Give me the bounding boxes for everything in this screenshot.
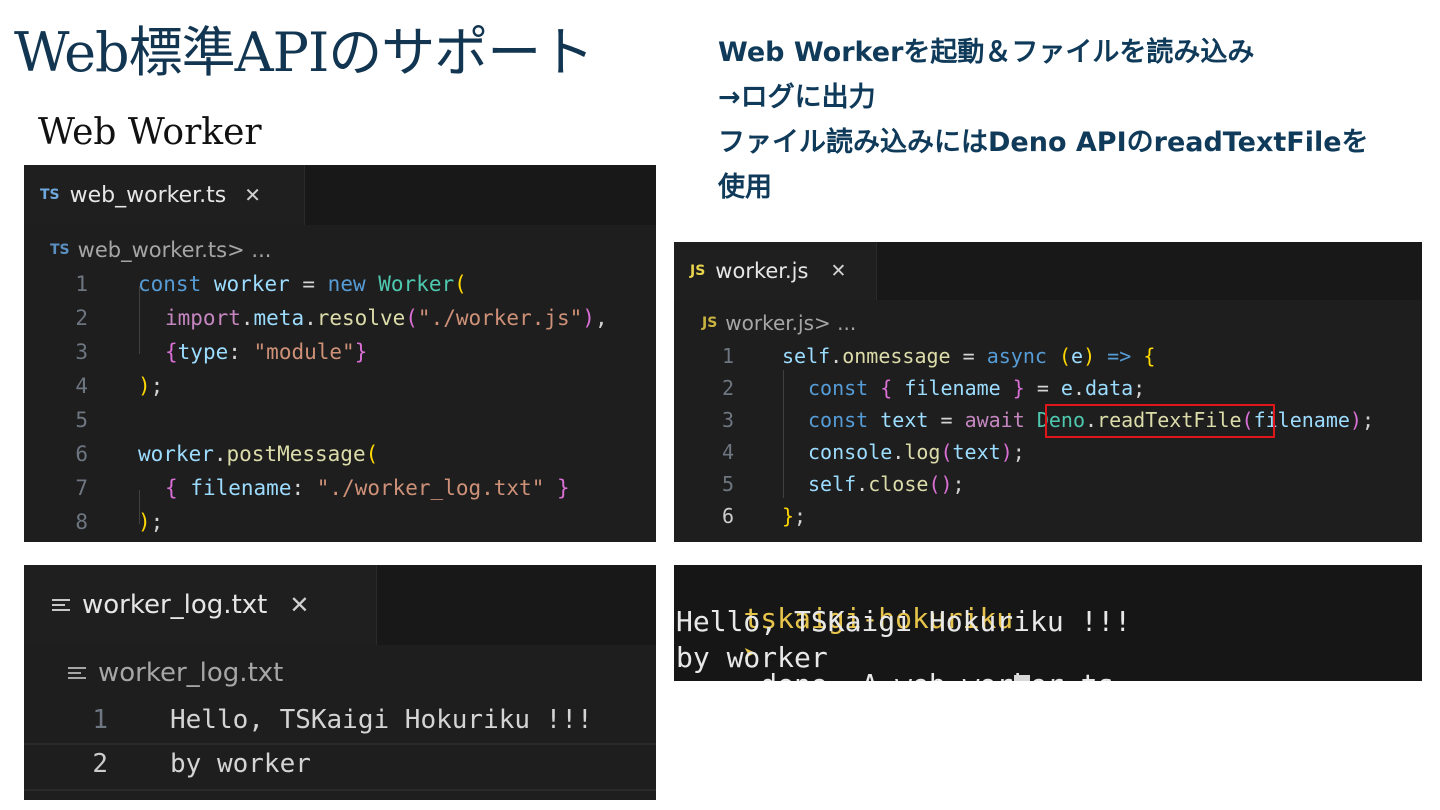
breadcrumb-file: worker_log.txt bbox=[98, 658, 284, 688]
code-text: {type: "module"} bbox=[165, 340, 368, 364]
code-line: 5 bbox=[24, 404, 656, 438]
description-line: Web Workerを起動＆ファイルを読み込み bbox=[718, 37, 1255, 68]
code-text: worker.postMessage( bbox=[138, 442, 379, 466]
description-text: Web Workerを起動＆ファイルを読み込み →ログに出力 ファイル読み込みに… bbox=[718, 30, 1418, 210]
tab-label: web_worker.ts bbox=[69, 182, 227, 208]
code-text: Hello, TSKaigi Hokuriku !!! bbox=[170, 705, 593, 735]
highlight-box bbox=[1045, 404, 1275, 438]
tab-worker-log-txt[interactable]: worker_log.txt ✕ bbox=[24, 565, 377, 645]
terminal-panel[interactable]: tskaigi-hokuriku ➤ deno -A web_worker.ts… bbox=[674, 565, 1422, 681]
code-line: 4 console.log(text); bbox=[674, 436, 1422, 468]
code-area[interactable]: 1 const worker = new Worker( 2 import.me… bbox=[24, 268, 656, 540]
description-line: ファイル読み込みにはDeno APIのreadTextFileを bbox=[718, 127, 1369, 158]
code-text: const { filename } = e.data; bbox=[808, 376, 1146, 400]
code-line: 2 const { filename } = e.data; bbox=[674, 372, 1422, 404]
code-area[interactable]: 1 Hello, TSKaigi Hokuriku !!! 2 by worke… bbox=[24, 699, 656, 791]
line-number: 6 bbox=[721, 504, 734, 528]
code-text: self.close(); bbox=[808, 472, 965, 496]
close-icon[interactable]: ✕ bbox=[244, 183, 261, 207]
line-number: 2 bbox=[92, 749, 108, 779]
code-text: import.meta.resolve("./worker.js"), bbox=[165, 306, 608, 330]
code-text: self.onmessage = async (e) => { bbox=[782, 344, 1156, 368]
javascript-file-icon: JS bbox=[702, 315, 718, 331]
close-icon[interactable]: ✕ bbox=[289, 591, 309, 619]
code-line: 2 import.meta.resolve("./worker.js"), bbox=[24, 302, 656, 336]
tab-label: worker_log.txt bbox=[82, 590, 268, 620]
tab-worker-js[interactable]: JS worker.js ✕ bbox=[674, 242, 877, 300]
breadcrumb[interactable]: worker_log.txt bbox=[68, 655, 283, 691]
line-number: 5 bbox=[721, 472, 734, 496]
line-number: 7 bbox=[75, 476, 88, 500]
typescript-file-icon: TS bbox=[50, 242, 70, 258]
line-number: 5 bbox=[75, 408, 88, 432]
terminal-output-line: Hello, TSKaigi Hokuriku !!! bbox=[676, 605, 1132, 638]
description-line: →ログに出力 bbox=[718, 82, 876, 113]
line-number: 1 bbox=[92, 705, 108, 735]
terminal-cursor bbox=[1014, 675, 1030, 681]
line-number: 6 bbox=[75, 442, 88, 466]
code-text: const worker = new Worker( bbox=[138, 272, 467, 296]
code-text: ); bbox=[138, 374, 164, 398]
line-number: 1 bbox=[75, 272, 88, 296]
log-editor-panel: worker_log.txt ✕ worker_log.txt 1 Hello,… bbox=[24, 565, 656, 800]
javascript-file-icon: JS bbox=[690, 263, 706, 279]
ts-editor-tabbar: TS web_worker.ts ✕ bbox=[24, 165, 656, 225]
line-number: 4 bbox=[75, 374, 88, 398]
code-line: 5 self.close(); bbox=[674, 468, 1422, 500]
line-number: 1 bbox=[721, 344, 734, 368]
slide-subtitle: Web Worker bbox=[38, 112, 262, 153]
breadcrumb-rest: > ... bbox=[227, 238, 272, 262]
breadcrumb[interactable]: JS worker.js > ... bbox=[702, 308, 856, 338]
text-file-icon bbox=[52, 598, 70, 612]
code-area[interactable]: 1 self.onmessage = async (e) => { 2 cons… bbox=[674, 340, 1422, 532]
terminal-output-line: by worker bbox=[676, 641, 828, 674]
slide-title: Web標準APIのサポート bbox=[14, 21, 594, 84]
code-line: 6 worker.postMessage( bbox=[24, 438, 656, 472]
code-line: 8 ); bbox=[24, 506, 656, 540]
text-file-icon bbox=[68, 666, 86, 680]
description-line: 使用 bbox=[718, 172, 772, 203]
breadcrumb-file: web_worker.ts bbox=[77, 238, 228, 262]
close-icon[interactable]: ✕ bbox=[830, 260, 846, 282]
tab-label: worker.js bbox=[715, 259, 809, 283]
breadcrumb-rest: > ... bbox=[814, 311, 857, 335]
code-line-active: 6 }; bbox=[674, 500, 1422, 532]
code-line: 3 {type: "module"} bbox=[24, 336, 656, 370]
line-number: 2 bbox=[75, 306, 88, 330]
tab-web-worker-ts[interactable]: TS web_worker.ts ✕ bbox=[24, 165, 305, 225]
line-number: 4 bbox=[721, 440, 734, 464]
code-line: 1 Hello, TSKaigi Hokuriku !!! bbox=[24, 699, 656, 745]
code-line: 4 ); bbox=[24, 370, 656, 404]
code-text: console.log(text); bbox=[808, 440, 1025, 464]
code-text: ); bbox=[138, 510, 164, 534]
code-line: 1 const worker = new Worker( bbox=[24, 268, 656, 302]
code-text: }; bbox=[782, 504, 807, 528]
code-line: 1 self.onmessage = async (e) => { bbox=[674, 340, 1422, 372]
code-text: { filename: "./worker_log.txt" } bbox=[165, 476, 570, 500]
code-line: 3 const text = await Deno.readTextFile(f… bbox=[674, 404, 1422, 438]
line-number: 8 bbox=[75, 510, 88, 534]
line-number: 3 bbox=[721, 408, 734, 432]
code-line: 2 by worker bbox=[24, 745, 656, 791]
code-text: by worker bbox=[170, 749, 311, 779]
typescript-file-icon: TS bbox=[40, 187, 60, 203]
js-editor-tabbar: JS worker.js ✕ bbox=[674, 242, 1422, 300]
line-number: 2 bbox=[721, 376, 734, 400]
log-editor-tabbar: worker_log.txt ✕ bbox=[24, 565, 656, 645]
breadcrumb[interactable]: TS web_worker.ts > ... bbox=[50, 235, 271, 265]
breadcrumb-file: worker.js bbox=[725, 311, 815, 335]
code-line: 7 { filename: "./worker_log.txt" } bbox=[24, 472, 656, 506]
js-editor-panel: JS worker.js ✕ JS worker.js > ... 1 self… bbox=[674, 242, 1422, 542]
ts-editor-panel: TS web_worker.ts ✕ TS web_worker.ts > ..… bbox=[24, 165, 656, 542]
line-number: 3 bbox=[75, 340, 88, 364]
